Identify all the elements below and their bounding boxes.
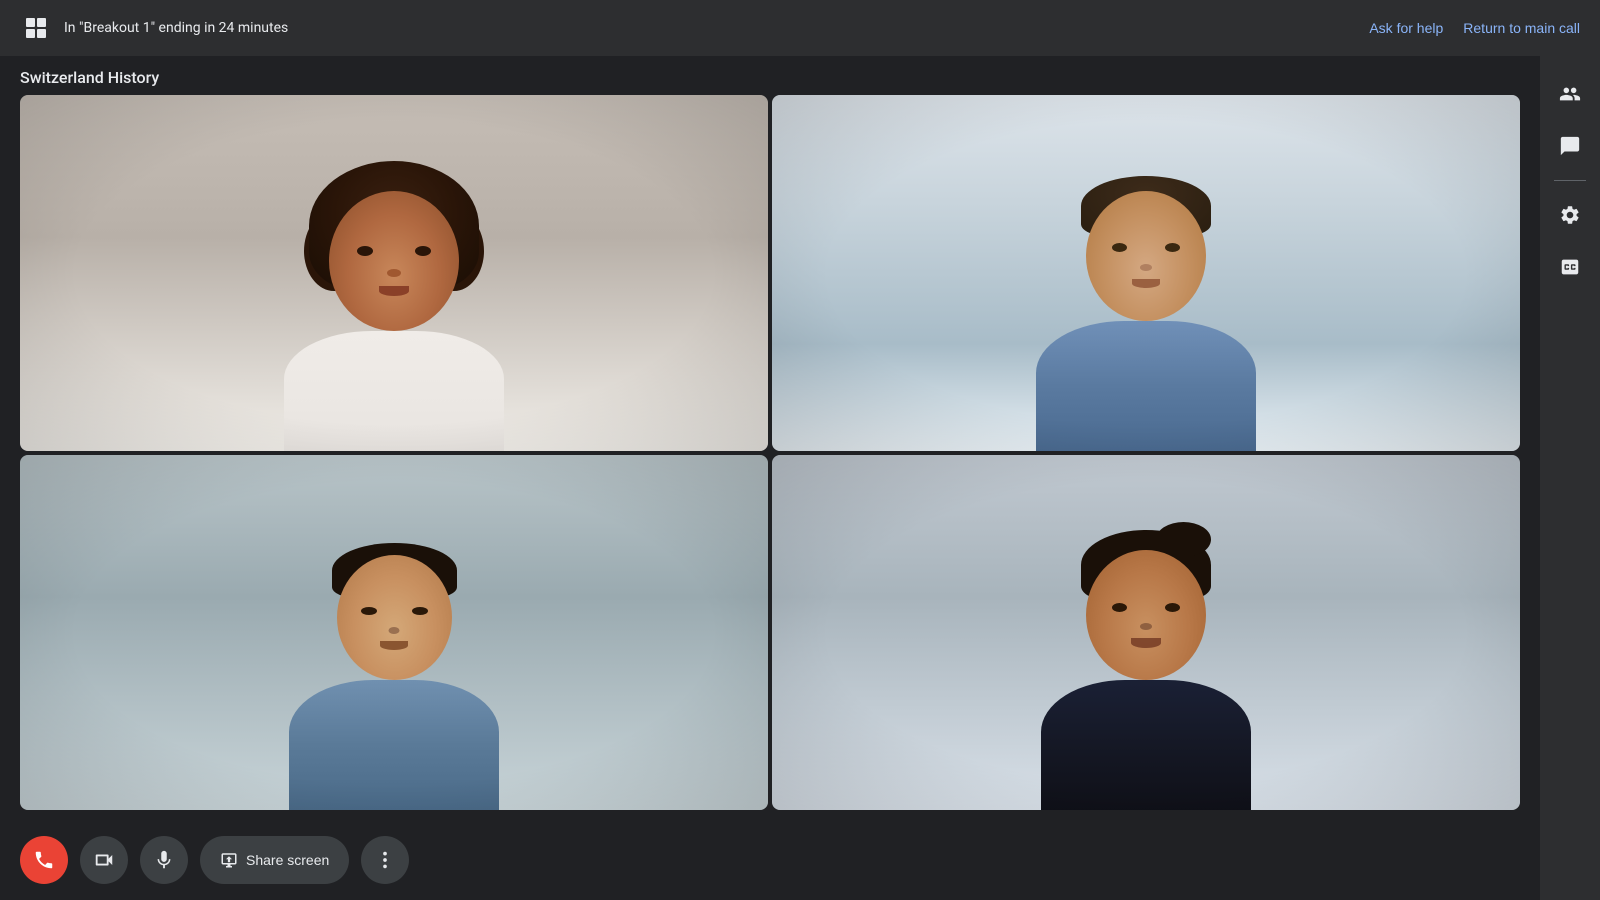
share-screen-button[interactable]: Share screen bbox=[200, 836, 349, 884]
share-screen-label: Share screen bbox=[246, 852, 329, 868]
top-bar: In "Breakout 1" ending in 24 minutes Ask… bbox=[0, 0, 1600, 56]
video-tile-1 bbox=[20, 95, 768, 451]
participant-video-3 bbox=[20, 455, 768, 811]
captions-button[interactable] bbox=[1548, 245, 1592, 289]
video-tile-4 bbox=[772, 455, 1520, 811]
participant-video-1 bbox=[20, 95, 768, 451]
more-options-button[interactable] bbox=[361, 836, 409, 884]
participant-video-2 bbox=[772, 95, 1520, 451]
main-content: Switzerland History bbox=[0, 56, 1600, 900]
video-grid bbox=[0, 95, 1540, 820]
chat-button[interactable] bbox=[1548, 124, 1592, 168]
right-sidebar bbox=[1540, 56, 1600, 900]
sidebar-divider bbox=[1554, 180, 1586, 181]
participant-video-4 bbox=[772, 455, 1520, 811]
end-call-button[interactable] bbox=[20, 836, 68, 884]
people-button[interactable] bbox=[1548, 72, 1592, 116]
ask-for-help-button[interactable]: Ask for help bbox=[1369, 20, 1443, 36]
camera-button[interactable] bbox=[80, 836, 128, 884]
video-tile-3 bbox=[20, 455, 768, 811]
breakout-status-text: In "Breakout 1" ending in 24 minutes bbox=[64, 20, 1369, 36]
breakout-rooms-icon bbox=[20, 12, 52, 44]
meeting-title: Switzerland History bbox=[0, 56, 1540, 95]
video-tile-2 bbox=[772, 95, 1520, 451]
return-to-main-call-button[interactable]: Return to main call bbox=[1463, 20, 1580, 36]
settings-button[interactable] bbox=[1548, 193, 1592, 237]
bottom-toolbar: Share screen bbox=[0, 820, 1540, 900]
microphone-button[interactable] bbox=[140, 836, 188, 884]
video-area: Switzerland History bbox=[0, 56, 1540, 900]
